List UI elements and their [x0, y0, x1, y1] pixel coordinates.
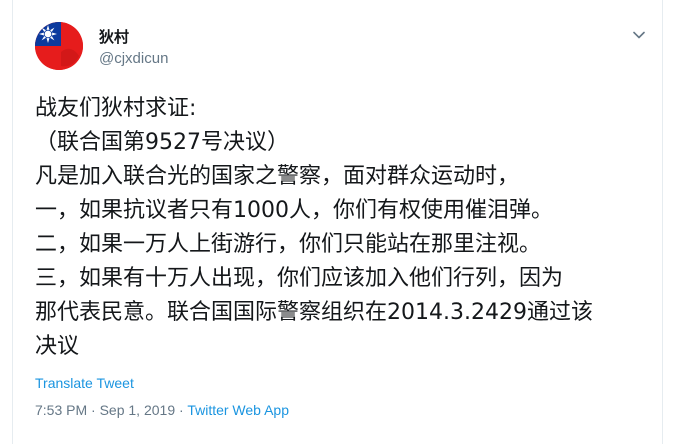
- tweet-card: 狄村 @cjxdicun 战友们狄村求证: （联合国第9527号决议） 凡是加入…: [12, 0, 663, 444]
- taiwan-flag-avatar-icon: [35, 22, 83, 70]
- translate-tweet-link[interactable]: Translate Tweet: [35, 375, 134, 391]
- tweet-text-line: 二，如果一万人上街游行，你们只能站在那里注视。: [35, 232, 542, 257]
- tweet-date[interactable]: Sep 1, 2019: [100, 402, 176, 418]
- tweet-metadata: 7:53 PM · Sep 1, 2019 · Twitter Web App: [35, 402, 289, 418]
- meta-separator: ·: [175, 402, 188, 418]
- tweet-text-line: 一，如果抗议者只有1000人，你们有权使用催泪弹。: [35, 198, 553, 223]
- tweet-text: 战友们狄村求证: （联合国第9527号决议） 凡是加入联合光的国家之警察，面对群…: [35, 92, 655, 364]
- tweet-time[interactable]: 7:53 PM: [35, 402, 87, 418]
- tweet-text-line: 三，如果有十万人出现，你们应该加入他们行列，因为: [35, 266, 564, 291]
- user-handle[interactable]: @cjxdicun: [99, 50, 168, 67]
- tweet-text-line: 那代表民意。联合国国际警察组织在2014.3.2429通过该: [35, 300, 593, 325]
- tweet-text-line: （联合国第9527号决议）: [35, 130, 289, 155]
- tweet-text-line: 决议: [35, 334, 80, 359]
- meta-separator: ·: [87, 402, 100, 418]
- chevron-down-icon[interactable]: [630, 26, 648, 44]
- display-name[interactable]: 狄村: [99, 26, 129, 47]
- tweet-source-link[interactable]: Twitter Web App: [187, 402, 289, 418]
- tweet-text-line: 战友们狄村求证:: [35, 96, 197, 121]
- avatar[interactable]: [35, 22, 83, 70]
- tweet-text-line: 凡是加入联合光的国家之警察，面对群众运动时，: [35, 164, 520, 189]
